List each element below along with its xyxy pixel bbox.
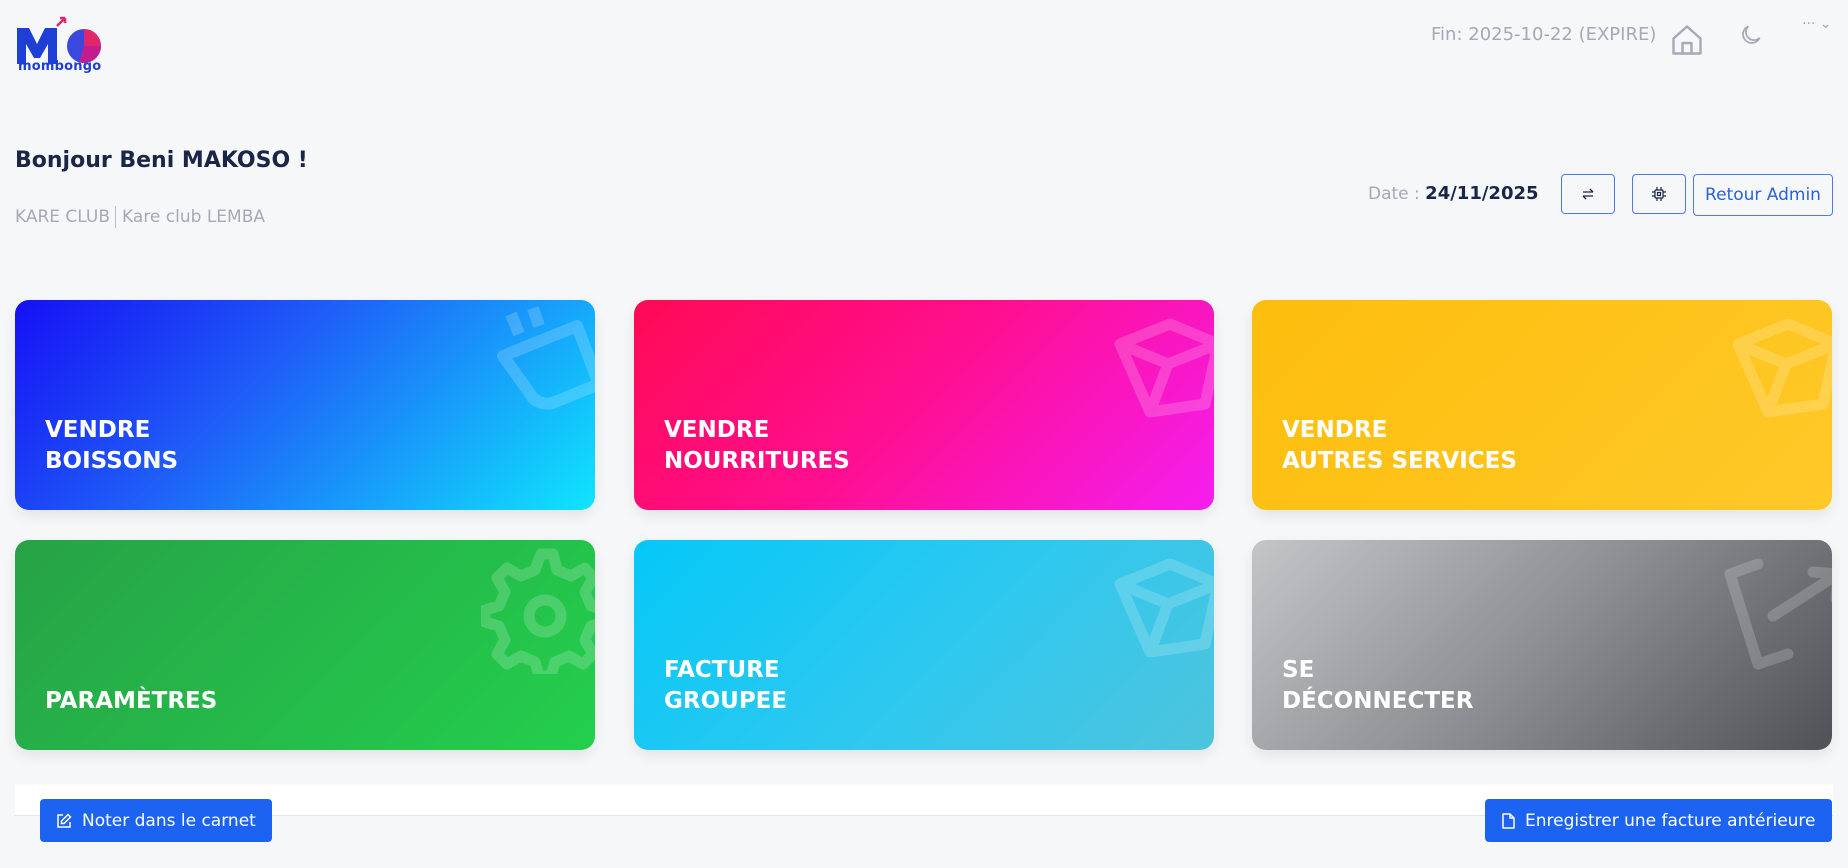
- tile-sell-other-services[interactable]: VENDRE AUTRES SERVICES: [1252, 300, 1832, 510]
- logout-icon: [1724, 558, 1832, 670]
- tile-label-line1: VENDRE: [664, 417, 770, 443]
- chip-icon: [1652, 187, 1666, 201]
- divider: [115, 206, 117, 228]
- home-icon: [1672, 25, 1702, 55]
- register-past-invoice-button[interactable]: Enregistrer une facture antérieure: [1485, 799, 1832, 842]
- tile-label-line2: BOISSONS: [45, 448, 179, 474]
- tile-label-line1: FACTURE: [664, 657, 780, 683]
- greeting-title: Bonjour Beni MAKOSO !: [15, 148, 308, 173]
- tile-label: FACTURE GROUPEE: [664, 655, 787, 717]
- date-display: Date : 24/11/2025: [1368, 183, 1539, 204]
- home-button[interactable]: [1669, 22, 1705, 58]
- date-label: Date :: [1368, 184, 1420, 204]
- file-icon: [1502, 812, 1515, 829]
- branch-name: Kare club LEMBA: [122, 207, 266, 227]
- tile-label: VENDRE BOISSONS: [45, 415, 178, 477]
- tile-settings[interactable]: PARAMÈTRES: [15, 540, 595, 750]
- date-value: 24/11/2025: [1425, 183, 1539, 204]
- tile-label-line2: DÉCONNECTER: [1282, 688, 1474, 714]
- tile-label: VENDRE AUTRES SERVICES: [1282, 415, 1517, 477]
- tile-label-line1: VENDRE: [1282, 417, 1388, 443]
- moon-icon: [1742, 25, 1761, 44]
- tile-label-line2: PARAMÈTRES: [45, 688, 218, 714]
- tile-label-line2: NOURRITURES: [664, 448, 850, 474]
- tile-label: VENDRE NOURRITURES: [664, 415, 850, 477]
- subscription-expiry: Fin: 2025-10-22 (EXPIRE): [1431, 24, 1657, 45]
- tile-group-invoice[interactable]: FACTURE GROUPEE: [634, 540, 1214, 750]
- back-to-admin-button[interactable]: Retour Admin: [1693, 174, 1833, 216]
- gear-icon: [481, 548, 595, 674]
- tile-label-line2: AUTRES SERVICES: [1282, 448, 1517, 474]
- invoice-button-label: Enregistrer une facture antérieure: [1525, 810, 1816, 831]
- org-subtitle: KARE CLUB Kare club LEMBA: [15, 206, 265, 228]
- tile-label: PARAMÈTRES: [45, 686, 217, 717]
- box-icon: [1732, 318, 1832, 418]
- device-settings-button[interactable]: [1632, 174, 1686, 214]
- club-name: KARE CLUB: [15, 207, 111, 227]
- theme-toggle-button[interactable]: [1738, 22, 1766, 50]
- tile-label-line1: VENDRE: [45, 417, 151, 443]
- edit-icon: [57, 812, 72, 828]
- tile-label: SE DÉCONNECTER: [1282, 655, 1473, 717]
- note-button-label: Noter dans le carnet: [82, 810, 256, 831]
- note-in-notebook-button[interactable]: Noter dans le carnet: [40, 799, 272, 842]
- sync-button[interactable]: [1561, 174, 1615, 214]
- swap-icon: [1582, 188, 1594, 200]
- box-icon: [1114, 318, 1214, 418]
- tile-label-line1: SE: [1282, 657, 1315, 683]
- cup-icon: [497, 306, 595, 410]
- tile-sell-food[interactable]: VENDRE NOURRITURES: [634, 300, 1214, 510]
- box-icon: [1114, 558, 1214, 658]
- user-menu[interactable]: ··· ⌄: [1802, 16, 1832, 32]
- tile-label-line2: GROUPEE: [664, 688, 788, 714]
- tile-logout[interactable]: SE DÉCONNECTER: [1252, 540, 1832, 750]
- logo-text: mombongo: [18, 59, 102, 74]
- tile-sell-drinks[interactable]: VENDRE BOISSONS: [15, 300, 595, 510]
